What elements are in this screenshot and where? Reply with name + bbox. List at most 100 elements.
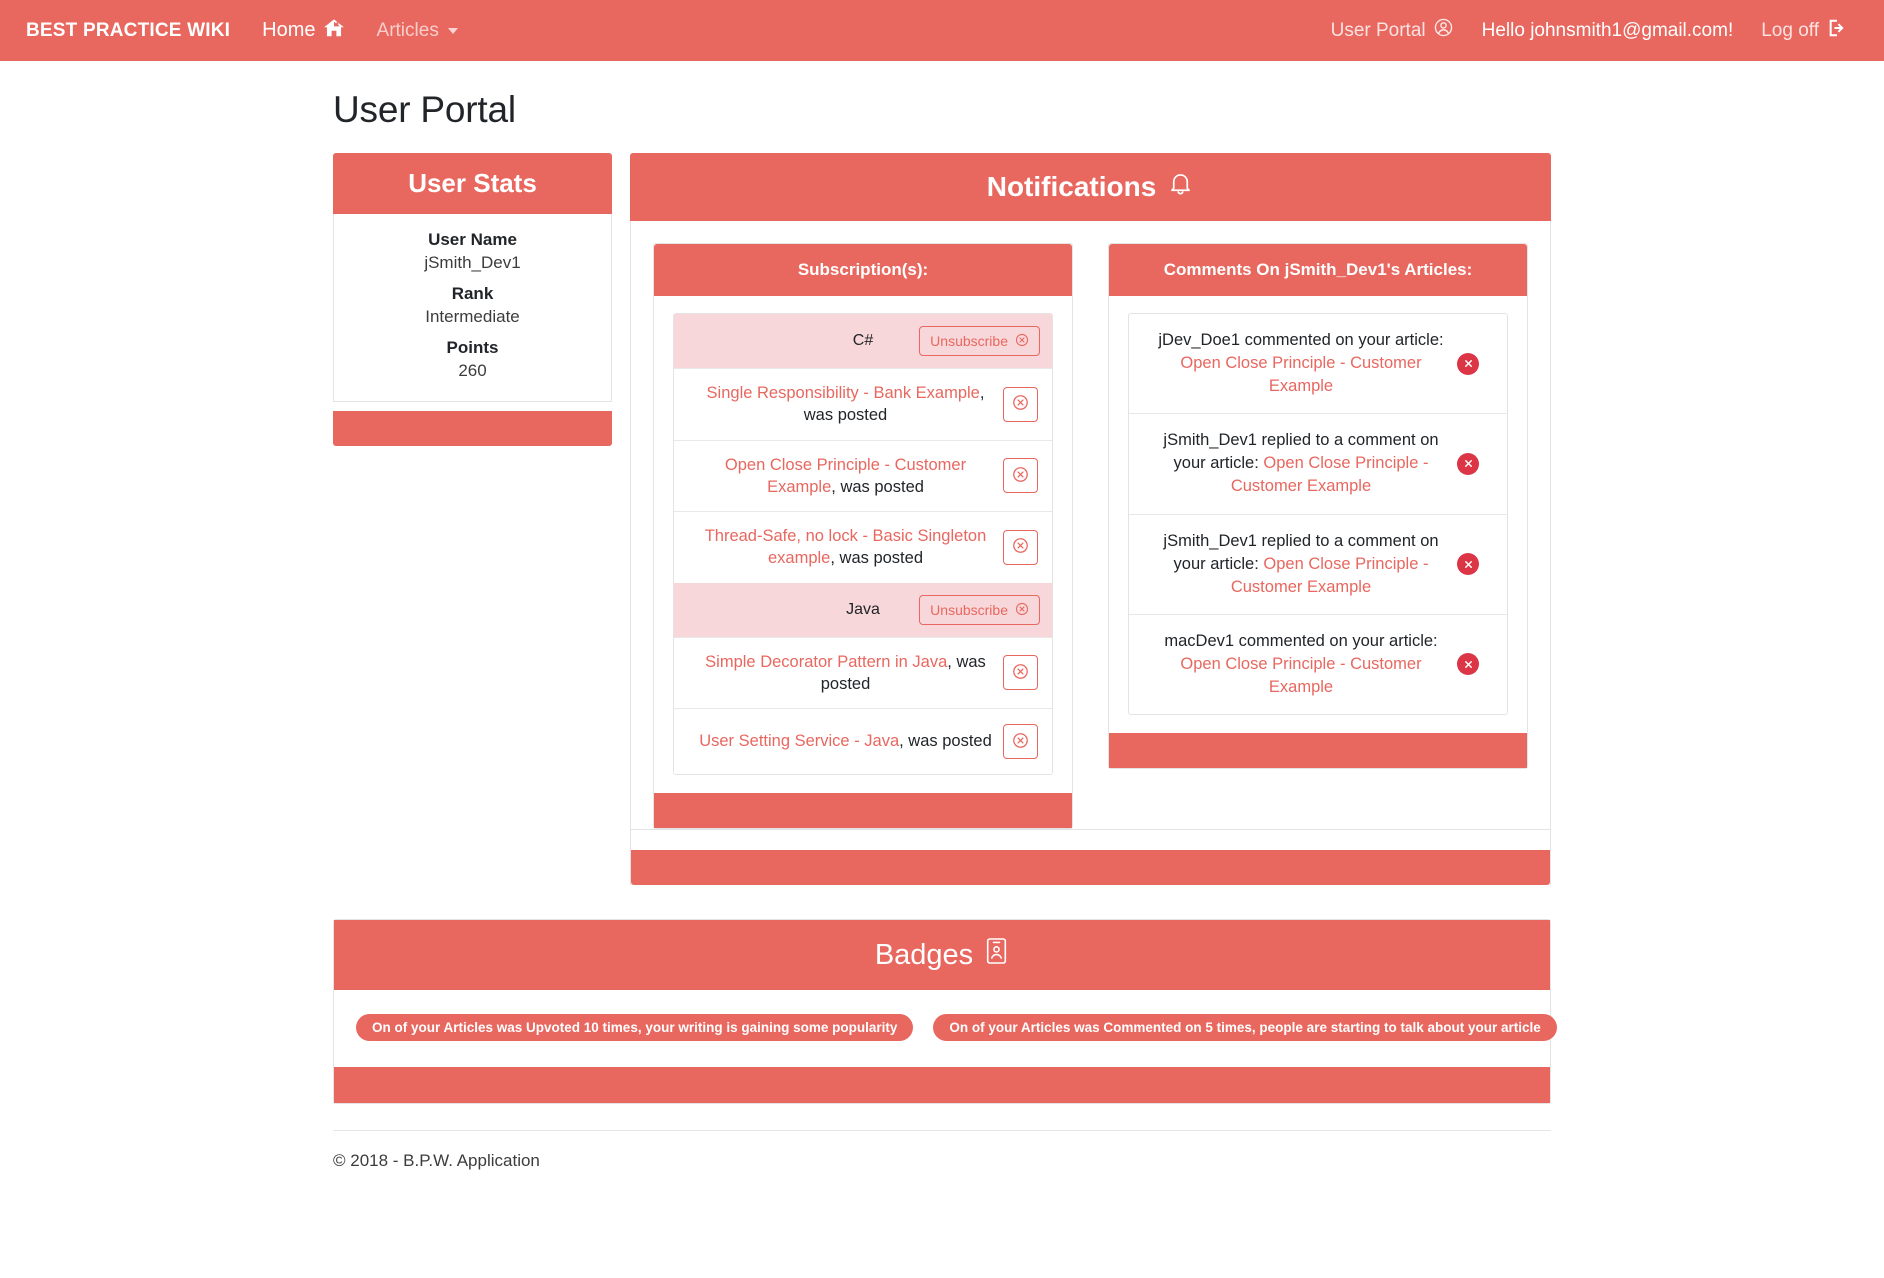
- top-navbar: BEST PRACTICE WIKI Home Articles User Po…: [0, 0, 1884, 61]
- unsubscribe-button[interactable]: Unsubscribe: [919, 326, 1040, 356]
- stat-label-points: Points: [446, 338, 499, 357]
- unsubscribe-button-label: Unsubscribe: [930, 601, 1008, 618]
- navbar-right-group: User Portal Hello johnsmith1@gmail.com! …: [1317, 17, 1862, 45]
- dismiss-comment-notification-button[interactable]: [1457, 352, 1479, 375]
- badges-card: Badges On of your Articles was Upvoted 1…: [333, 919, 1557, 1105]
- subscription-item-suffix: , was posted: [830, 549, 923, 568]
- badges-body: On of your Articles was Upvoted 10 times…: [334, 990, 1557, 1067]
- comments-column: Comments On jSmith_Dev1's Articles: jDev…: [1108, 243, 1528, 770]
- user-stats-header: User Stats: [333, 153, 612, 214]
- comments-header: Comments On jSmith_Dev1's Articles:: [1109, 244, 1527, 296]
- circle-x-icon: [1463, 559, 1474, 570]
- nav-item-home-label: Home: [262, 19, 316, 41]
- dismiss-comment-notification-button[interactable]: [1457, 653, 1479, 676]
- subscriptions-card: Subscription(s): C# Unsubscribe Single R…: [653, 243, 1073, 830]
- nav-item-user-portal[interactable]: User Portal: [1317, 17, 1468, 44]
- page-footer: © 2018 - B.P.W. Application: [333, 1130, 1551, 1171]
- subscription-item-text: Simple Decorator Pattern in Java, was po…: [688, 651, 1003, 696]
- copyright-text: © 2018 - B.P.W. Application: [333, 1151, 540, 1171]
- circle-x-icon: [1015, 333, 1029, 349]
- id-card-icon: [984, 937, 1009, 973]
- comments-footer-bar: [1109, 733, 1527, 769]
- comment-item-link[interactable]: Open Close Principle - Customer Example: [1180, 655, 1421, 696]
- subscription-item: User Setting Service - Java, was posted: [674, 708, 1052, 775]
- notifications-header: Notifications: [630, 153, 1551, 221]
- subscription-item-text: Thread-Safe, no lock - Basic Singleton e…: [688, 525, 1003, 570]
- subscription-item-text: User Setting Service - Java, was posted: [688, 730, 1003, 752]
- subscriptions-list: C# Unsubscribe Single Responsibility - B…: [673, 313, 1053, 776]
- dismiss-comment-notification-button[interactable]: [1457, 553, 1479, 576]
- subscription-item-text: Single Responsibility - Bank Example, wa…: [688, 382, 1003, 427]
- stat-label-rank: Rank: [451, 284, 494, 303]
- circle-x-icon: [1012, 466, 1029, 486]
- subscription-item-link[interactable]: Single Responsibility - Bank Example: [707, 384, 980, 402]
- dismiss-subscription-notification-button[interactable]: [1003, 458, 1038, 494]
- unsubscribe-button-label: Unsubscribe: [930, 333, 1008, 349]
- subscription-item-text: Open Close Principle - Customer Example,…: [688, 454, 1003, 499]
- nav-item-articles-label: Articles: [376, 19, 439, 41]
- dismiss-comment-notification-button[interactable]: [1457, 452, 1479, 475]
- nav-item-user-portal-label: User Portal: [1330, 19, 1426, 41]
- dismiss-subscription-notification-button[interactable]: [1003, 724, 1038, 760]
- subscription-item: Simple Decorator Pattern in Java, was po…: [674, 636, 1052, 709]
- comments-card: Comments On jSmith_Dev1's Articles: jDev…: [1108, 243, 1528, 770]
- nav-item-articles[interactable]: Articles: [361, 20, 474, 42]
- notifications-header-label: Notifications: [986, 171, 1157, 202]
- page-title: User Portal: [333, 89, 516, 130]
- chevron-down-icon: [447, 27, 458, 34]
- dismiss-subscription-notification-button[interactable]: [1003, 386, 1038, 422]
- user-stats-body: User Name jSmith_Dev1 Rank Intermediate …: [333, 214, 612, 402]
- dismiss-subscription-notification-button[interactable]: [1003, 655, 1038, 691]
- stat-value-points: 260: [458, 361, 487, 380]
- nav-item-logoff[interactable]: Log off: [1747, 17, 1862, 45]
- badge-item: On of your Articles was Upvoted 10 times…: [356, 1014, 914, 1042]
- brand-logo[interactable]: BEST PRACTICE WIKI: [14, 20, 246, 42]
- comment-item: jSmith_Dev1 replied to a comment on your…: [1129, 513, 1507, 614]
- circle-x-icon: [1463, 458, 1474, 469]
- subscription-item-link[interactable]: Simple Decorator Pattern in Java: [705, 653, 947, 671]
- badges-header: Badges: [334, 920, 1550, 991]
- user-circle-icon: [1433, 17, 1454, 44]
- comment-item-link[interactable]: Open Close Principle - Customer Example: [1180, 354, 1421, 395]
- comment-item: jSmith_Dev1 replied to a comment on your…: [1129, 413, 1507, 513]
- subscription-item-suffix: , was posted: [831, 477, 924, 496]
- subscription-item: Open Close Principle - Customer Example,…: [674, 439, 1052, 512]
- subscriptions-footer-bar: [654, 793, 1072, 829]
- nav-item-home[interactable]: Home: [246, 17, 360, 45]
- comment-item: jDev_Doe1 commented on your article: Ope…: [1129, 314, 1507, 413]
- stat-value-rank: Intermediate: [425, 307, 520, 326]
- unsubscribe-button[interactable]: Unsubscribe: [919, 594, 1040, 625]
- user-stats-card: User Stats User Name jSmith_Dev1 Rank In…: [333, 153, 612, 446]
- subscription-item-suffix: , was posted: [899, 732, 992, 751]
- circle-x-icon: [1012, 394, 1029, 414]
- comments-list: jDev_Doe1 commented on your article: Ope…: [1128, 313, 1508, 716]
- user-stats-footer-bar: [333, 411, 612, 446]
- subscription-item: Single Responsibility - Bank Example, wa…: [674, 368, 1052, 440]
- subscription-item-link[interactable]: User Setting Service - Java: [699, 732, 899, 750]
- notifications-footer-bar: [631, 850, 1550, 886]
- stat-label-username: User Name: [428, 230, 517, 249]
- notifications-footer-wrap: [630, 830, 1551, 886]
- top-row: User Stats User Name jSmith_Dev1 Rank In…: [333, 153, 1551, 886]
- comment-item-prefix: macDev1 commented on your article:: [1164, 631, 1438, 650]
- comment-item-text: macDev1 commented on your article: Open …: [1145, 630, 1457, 699]
- notifications-body: Subscription(s): C# Unsubscribe Single R…: [630, 221, 1551, 831]
- subscriptions-header: Subscription(s):: [654, 244, 1072, 296]
- bell-icon: [1167, 170, 1194, 204]
- badges-footer-bar: [334, 1067, 1550, 1104]
- circle-x-icon: [1015, 602, 1029, 618]
- sign-out-icon: [1826, 17, 1848, 45]
- comment-item-text: jDev_Doe1 commented on your article: Ope…: [1145, 329, 1457, 398]
- circle-x-icon: [1463, 358, 1474, 369]
- badge-item: On of your Articles was Commented on 5 t…: [933, 1014, 1557, 1042]
- navbar-left-group: BEST PRACTICE WIKI Home Articles: [14, 17, 474, 45]
- circle-x-icon: [1012, 537, 1029, 557]
- circle-x-icon: [1012, 663, 1029, 683]
- comment-item-text: jSmith_Dev1 replied to a comment on your…: [1145, 530, 1457, 599]
- dismiss-subscription-notification-button[interactable]: [1003, 529, 1038, 565]
- comment-item-text: jSmith_Dev1 replied to a comment on your…: [1145, 429, 1457, 498]
- subscription-group-header: Java Unsubscribe: [674, 582, 1052, 637]
- comment-item-prefix: jDev_Doe1 commented on your article:: [1158, 331, 1444, 349]
- badges-header-label: Badges: [874, 938, 974, 971]
- circle-x-icon: [1012, 732, 1029, 752]
